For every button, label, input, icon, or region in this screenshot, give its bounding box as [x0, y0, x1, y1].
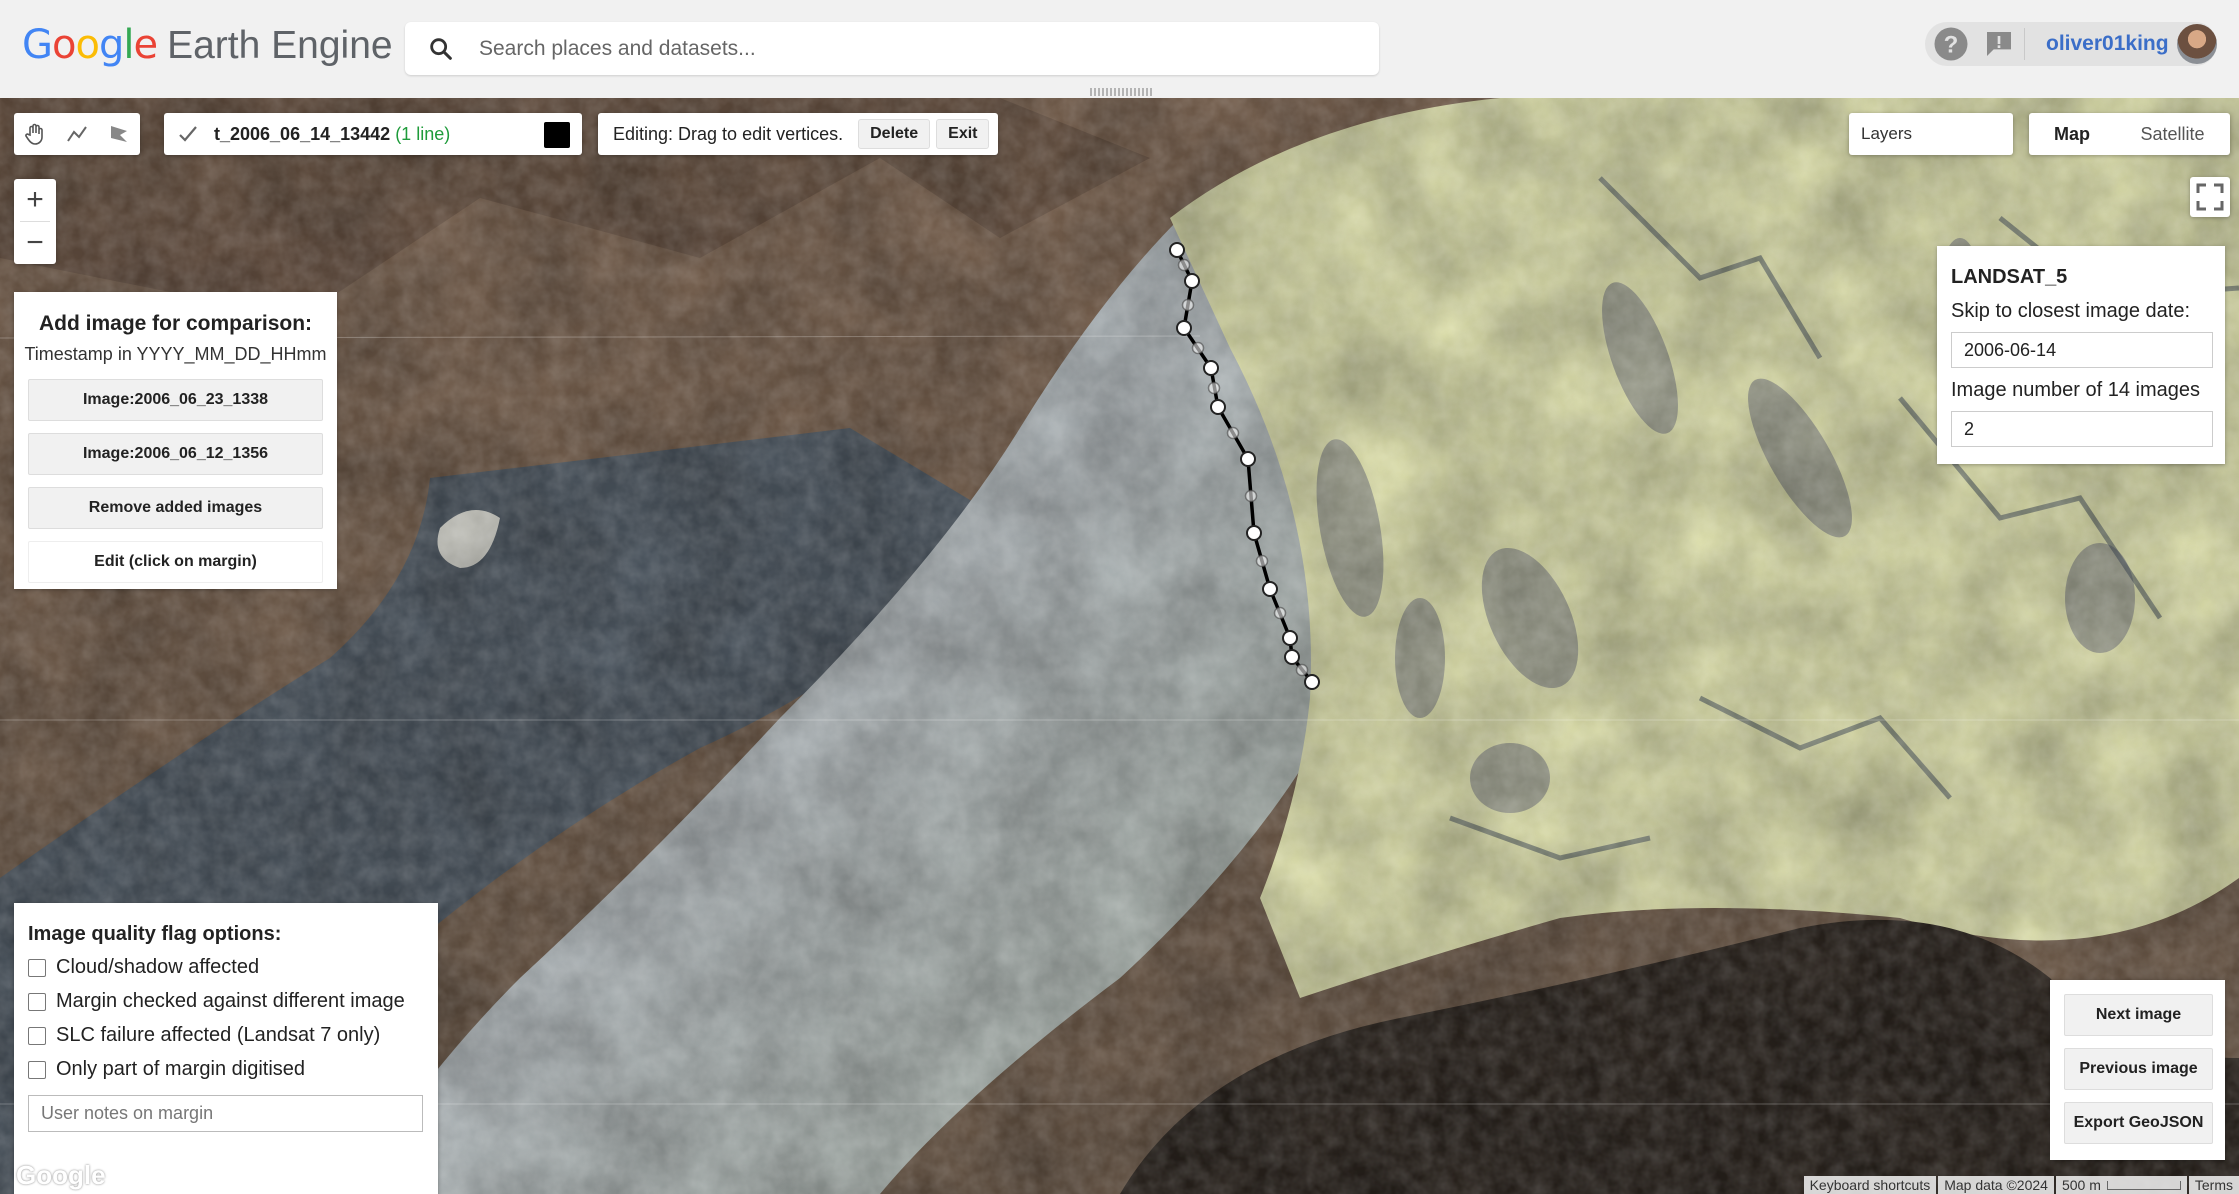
compare-image-button[interactable]: Image:2006_06_23_1338 — [28, 379, 323, 421]
layer-color-swatch[interactable] — [544, 122, 570, 148]
search-bar[interactable] — [405, 22, 1379, 75]
svg-text:?: ? — [1944, 31, 1959, 58]
zoom-out-button[interactable]: − — [14, 222, 56, 264]
logo-letter: l — [123, 22, 134, 68]
image-number-field[interactable] — [1951, 411, 2213, 447]
edit-margin-button[interactable]: Edit (click on margin) — [28, 541, 323, 583]
divider — [2024, 28, 2025, 60]
comparison-title: Add image for comparison: — [38, 312, 313, 335]
edit-status-text: Editing: Drag to edit vertices. — [613, 123, 844, 144]
map-data-text: Map data ©2024 — [1938, 1176, 2054, 1194]
navigation-panel: Next image Previous image Export GeoJSON — [2050, 980, 2225, 1160]
quality-option[interactable]: SLC failure affected (Landsat 7 only) — [28, 1023, 438, 1048]
user-notes-input[interactable] — [28, 1095, 423, 1132]
map-type-map-button[interactable]: Map — [2029, 113, 2115, 155]
checkbox-checked-icon[interactable] — [176, 122, 200, 146]
avatar[interactable] — [2177, 24, 2217, 64]
earth-engine-logo-text: Earth Engine — [167, 24, 393, 67]
map-type-satellite-button[interactable]: Satellite — [2115, 113, 2230, 155]
quality-option[interactable]: Cloud/shadow affected — [28, 955, 438, 980]
quality-flags-title: Image quality flag options: — [28, 923, 282, 945]
geometry-layer-row[interactable]: t_2006_06_14_13442 (1 line) — [164, 113, 582, 155]
quality-option-label: Cloud/shadow affected — [56, 956, 260, 978]
search-input[interactable] — [477, 35, 1341, 62]
scale-label: 500 m — [2061, 1177, 2101, 1193]
google-watermark: Google — [16, 1160, 106, 1190]
map-attribution: Keyboard shortcuts Map data ©2024 500 m … — [1802, 1176, 2239, 1194]
earth-engine-logo[interactable]: Google Earth Engine — [22, 22, 393, 72]
user-bar: ? oliver01king — [1925, 22, 2217, 66]
logo-letter: g — [98, 22, 124, 68]
logo-letter: o — [52, 22, 77, 68]
remove-added-images-button[interactable]: Remove added images — [28, 487, 323, 529]
zoom-control: + − — [14, 179, 56, 264]
keyboard-shortcuts-link[interactable]: Keyboard shortcuts — [1803, 1176, 1937, 1194]
layers-label: Layers — [1861, 124, 1913, 143]
geometry-layer-count: (1 line) — [395, 123, 451, 144]
map-type-toggle: Map Satellite — [2029, 113, 2230, 155]
compare-image-button[interactable]: Image:2006_06_12_1356 — [28, 433, 323, 475]
search-icon[interactable] — [427, 35, 455, 63]
checkbox[interactable] — [28, 958, 46, 977]
fullscreen-icon — [2196, 183, 2224, 211]
hand-pan-icon[interactable] — [14, 113, 56, 155]
date-field-label: Skip to closest image date: — [1951, 300, 2191, 322]
map-canvas[interactable]: t_2006_06_14_13442 (1 line) Editing: Dra… — [0, 98, 2239, 1194]
export-geojson-button[interactable]: Export GeoJSON — [2064, 1102, 2213, 1144]
comparison-panel: Add image for comparison: Timestamp in Y… — [14, 292, 337, 589]
checkbox[interactable] — [28, 1060, 46, 1079]
previous-image-button[interactable]: Previous image — [2064, 1048, 2213, 1090]
draw-line-icon[interactable] — [56, 113, 98, 155]
checkbox[interactable] — [28, 992, 46, 1011]
terms-link[interactable]: Terms — [2188, 1176, 2239, 1194]
satellite-title: LANDSAT_5 — [1951, 266, 2068, 288]
quality-option[interactable]: Only part of margin digitised — [28, 1057, 438, 1082]
help-icon[interactable]: ? — [1933, 26, 1969, 62]
logo-letter: e — [133, 22, 158, 68]
quality-option-label: Margin checked against different image — [56, 990, 405, 1012]
quality-flags-panel: Image quality flag options: Cloud/shadow… — [14, 903, 438, 1194]
image-number-label: Image number of 14 images — [1951, 379, 2201, 401]
geometry-layer-name[interactable]: t_2006_06_14_13442 — [214, 124, 390, 145]
checkbox[interactable] — [28, 1026, 46, 1045]
scale-control[interactable]: 500 m — [2055, 1176, 2187, 1194]
quality-option-label: SLC failure affected (Landsat 7 only) — [56, 1024, 381, 1046]
logo-letter: G — [22, 22, 53, 68]
delete-button[interactable]: Delete — [858, 119, 931, 149]
feedback-icon[interactable] — [1983, 28, 2015, 60]
quality-option[interactable]: Margin checked against different image — [28, 989, 438, 1014]
drawing-tools — [14, 113, 140, 155]
draw-polygon-icon[interactable] — [98, 113, 140, 155]
image-selector-panel: LANDSAT_5 Skip to closest image date: Im… — [1937, 246, 2225, 464]
exit-button[interactable]: Exit — [936, 119, 990, 149]
zoom-in-button[interactable]: + — [14, 179, 56, 221]
top-bar: Google Earth Engine ? oliver01king — [0, 0, 2239, 98]
username-link[interactable]: oliver01king — [2046, 32, 2169, 56]
google-logo-text: Google — [22, 22, 158, 68]
edit-toolbar: Editing: Drag to edit vertices. Delete E… — [598, 113, 998, 155]
panel-resize-handle[interactable] — [1090, 88, 1152, 96]
scale-bar — [2106, 1180, 2181, 1190]
layers-dropdown[interactable]: Layers — [1849, 113, 2013, 155]
comparison-subtitle: Timestamp in YYYY_MM_DD_HHmm — [24, 344, 327, 364]
logo-letter: o — [75, 22, 100, 68]
fullscreen-button[interactable] — [2190, 177, 2230, 217]
date-field[interactable] — [1951, 332, 2213, 368]
quality-option-label: Only part of margin digitised — [56, 1058, 306, 1080]
next-image-button[interactable]: Next image — [2064, 994, 2213, 1036]
